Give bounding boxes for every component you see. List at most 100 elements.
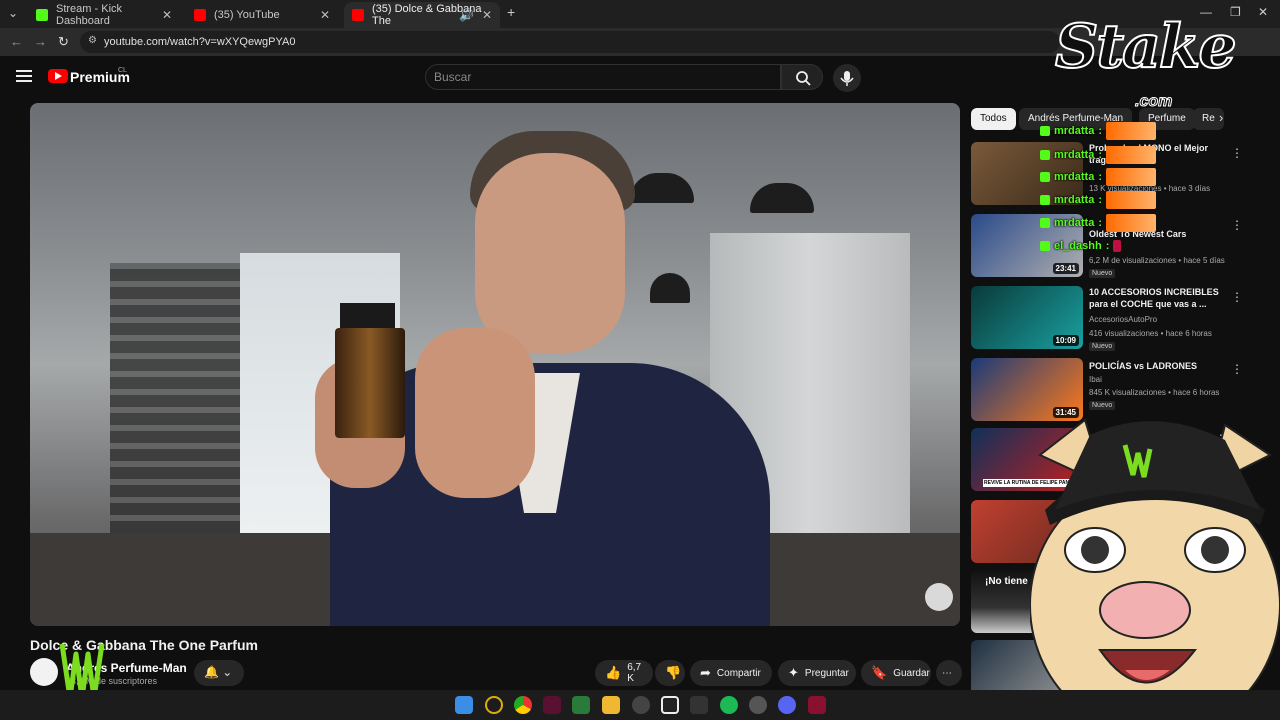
tab-youtube[interactable]: (35) YouTube ✕ bbox=[186, 2, 338, 28]
close-icon[interactable]: ✕ bbox=[482, 8, 492, 22]
window-close-icon[interactable]: ✕ bbox=[1258, 5, 1268, 19]
app-icon[interactable] bbox=[543, 696, 561, 714]
stake-sponsor-logo: Stake bbox=[1054, 11, 1238, 83]
microphone-icon bbox=[840, 71, 854, 86]
start-icon[interactable] bbox=[455, 696, 473, 714]
emote-icon bbox=[1106, 214, 1157, 232]
perfume-bottle bbox=[335, 328, 405, 438]
thumbs-up-icon: 👍 bbox=[605, 665, 622, 680]
app-icon[interactable] bbox=[749, 696, 767, 714]
chat-user: mrdatta bbox=[1054, 217, 1095, 229]
rec-title[interactable]: POLICÍAS vs LADRONES bbox=[1089, 360, 1229, 372]
recommendation-item[interactable]: 31:45 POLICÍAS vs LADRONES Ibai 845 K vi… bbox=[971, 358, 1261, 422]
video-thumbnail[interactable]: 10:09 bbox=[971, 286, 1083, 349]
like-button[interactable]: 👍 6,7 K bbox=[595, 660, 653, 686]
emote-icon bbox=[1113, 240, 1122, 252]
video-thumbnail[interactable]: 31:45 bbox=[971, 358, 1083, 421]
tab-kick-dashboard[interactable]: Stream - Kick Dashboard ✕ bbox=[28, 2, 180, 28]
dislike-button[interactable]: 👎 bbox=[655, 660, 685, 686]
app-icon[interactable] bbox=[661, 696, 679, 714]
close-icon[interactable]: ✕ bbox=[162, 8, 172, 22]
close-icon[interactable]: ✕ bbox=[320, 8, 330, 22]
address-bar[interactable]: ⚙ youtube.com/watch?v=wXYQewgPYA0 bbox=[80, 31, 1060, 53]
chat-text: : bbox=[1098, 125, 1103, 137]
url-text: youtube.com/watch?v=wXYQewgPYA0 bbox=[104, 36, 296, 48]
chevron-right-icon[interactable]: › bbox=[1219, 110, 1223, 125]
kick-icon bbox=[36, 9, 48, 21]
video-player[interactable] bbox=[30, 103, 960, 626]
back-icon[interactable]: ← bbox=[10, 34, 23, 49]
notifications-button[interactable]: 🔔 ⌄ bbox=[194, 660, 244, 686]
recommendation-item[interactable]: 10:09 10 ACCESORIOS INCREIBLES para el C… bbox=[971, 286, 1261, 351]
rec-meta: 6,2 M de visualizaciones • hace 5 días bbox=[1089, 256, 1225, 265]
country-code: CL bbox=[118, 67, 127, 74]
ask-button[interactable]: ✦ Preguntar bbox=[778, 660, 856, 686]
site-info-icon[interactable]: ⚙ bbox=[88, 35, 97, 46]
kick-badge-icon bbox=[1040, 150, 1050, 160]
voice-search-button[interactable] bbox=[833, 64, 861, 92]
chat-user: mrdatta bbox=[1054, 125, 1095, 137]
tab-title: (35) Dolce & Gabbana The bbox=[372, 3, 482, 27]
kebab-icon[interactable]: ⋮ bbox=[1231, 362, 1243, 376]
rec-meta: 416 visualizaciones • hace 6 horas bbox=[1089, 329, 1212, 338]
new-tab-button[interactable]: + bbox=[507, 4, 515, 20]
rec-channel[interactable]: AccesoriosAutoPro bbox=[1089, 315, 1157, 324]
speaker-icon[interactable]: 🔊 bbox=[459, 8, 474, 22]
chat-user: mrdatta bbox=[1054, 149, 1095, 161]
obs-icon[interactable] bbox=[632, 696, 650, 714]
channel-avatar[interactable] bbox=[30, 658, 58, 686]
forward-icon[interactable]: → bbox=[34, 34, 47, 49]
more-icon: ⋯ bbox=[942, 667, 952, 679]
share-button[interactable]: ➦ Compartir bbox=[690, 660, 772, 686]
bookmark-icon: 🔖 bbox=[871, 665, 888, 680]
menu-icon[interactable] bbox=[16, 70, 32, 82]
emote-icon bbox=[1106, 191, 1157, 209]
video-scene-lamp bbox=[750, 183, 814, 213]
app-icon[interactable] bbox=[690, 696, 708, 714]
rec-title[interactable]: 10 ACCESORIOS INCREIBLES para el COCHE q… bbox=[1089, 286, 1229, 310]
search-button[interactable] bbox=[781, 64, 823, 90]
taskbar bbox=[0, 690, 1280, 720]
bell-icon: 🔔 bbox=[204, 665, 219, 679]
youtube-icon bbox=[194, 9, 206, 21]
ask-label: Preguntar bbox=[804, 667, 849, 679]
save-button[interactable]: 🔖 Guardar bbox=[861, 660, 931, 686]
chat-message: mrdatta: bbox=[1040, 122, 1157, 140]
tab-search-icon[interactable]: ⌄ bbox=[8, 6, 18, 20]
app-icon[interactable] bbox=[572, 696, 590, 714]
search-input[interactable] bbox=[434, 70, 764, 84]
kick-badge-icon bbox=[1040, 218, 1050, 228]
share-icon: ➦ bbox=[700, 665, 711, 680]
new-badge: Nuevo bbox=[1089, 401, 1116, 410]
app-icon[interactable] bbox=[808, 696, 826, 714]
tab-dolce-gabbana[interactable]: (35) Dolce & Gabbana The 🔊 ✕ bbox=[344, 2, 500, 28]
chat-text: : bbox=[1098, 171, 1103, 183]
kebab-icon[interactable]: ⋮ bbox=[1231, 146, 1243, 160]
chat-message: el_dashh: bbox=[1040, 237, 1122, 255]
channel-watermark-icon[interactable] bbox=[925, 583, 953, 611]
kebab-icon[interactable]: ⋮ bbox=[1231, 290, 1243, 304]
rec-channel[interactable]: Ibai bbox=[1089, 375, 1102, 384]
rec-meta: 845 K visualizaciones • hace 6 horas bbox=[1089, 388, 1220, 397]
cat-mascot-overlay bbox=[1030, 418, 1280, 720]
spotify-icon[interactable] bbox=[720, 696, 738, 714]
chat-message: mrdatta: bbox=[1040, 168, 1157, 186]
chat-user: el_dashh bbox=[1054, 240, 1102, 252]
thumbnail-caption: ¡No tiene bbox=[985, 576, 1028, 587]
file-explorer-icon[interactable] bbox=[602, 696, 620, 714]
youtube-logo-icon[interactable] bbox=[48, 69, 68, 83]
app-icon[interactable] bbox=[485, 696, 503, 714]
chip-todos[interactable]: Todos bbox=[971, 108, 1016, 130]
reload-icon[interactable]: ↻ bbox=[58, 34, 69, 50]
video-scene-lamp bbox=[630, 173, 694, 203]
discord-icon[interactable] bbox=[778, 696, 796, 714]
chrome-icon[interactable] bbox=[514, 696, 532, 714]
kick-badge-icon bbox=[1040, 126, 1050, 136]
kebab-icon[interactable]: ⋮ bbox=[1231, 218, 1243, 232]
more-actions-button[interactable]: ⋯ bbox=[936, 660, 962, 686]
chat-text: : bbox=[1105, 240, 1110, 252]
new-badge: Nuevo bbox=[1089, 269, 1116, 278]
youtube-icon bbox=[352, 9, 364, 21]
chat-message: mrdatta: bbox=[1040, 214, 1157, 232]
chat-text: : bbox=[1098, 194, 1103, 206]
